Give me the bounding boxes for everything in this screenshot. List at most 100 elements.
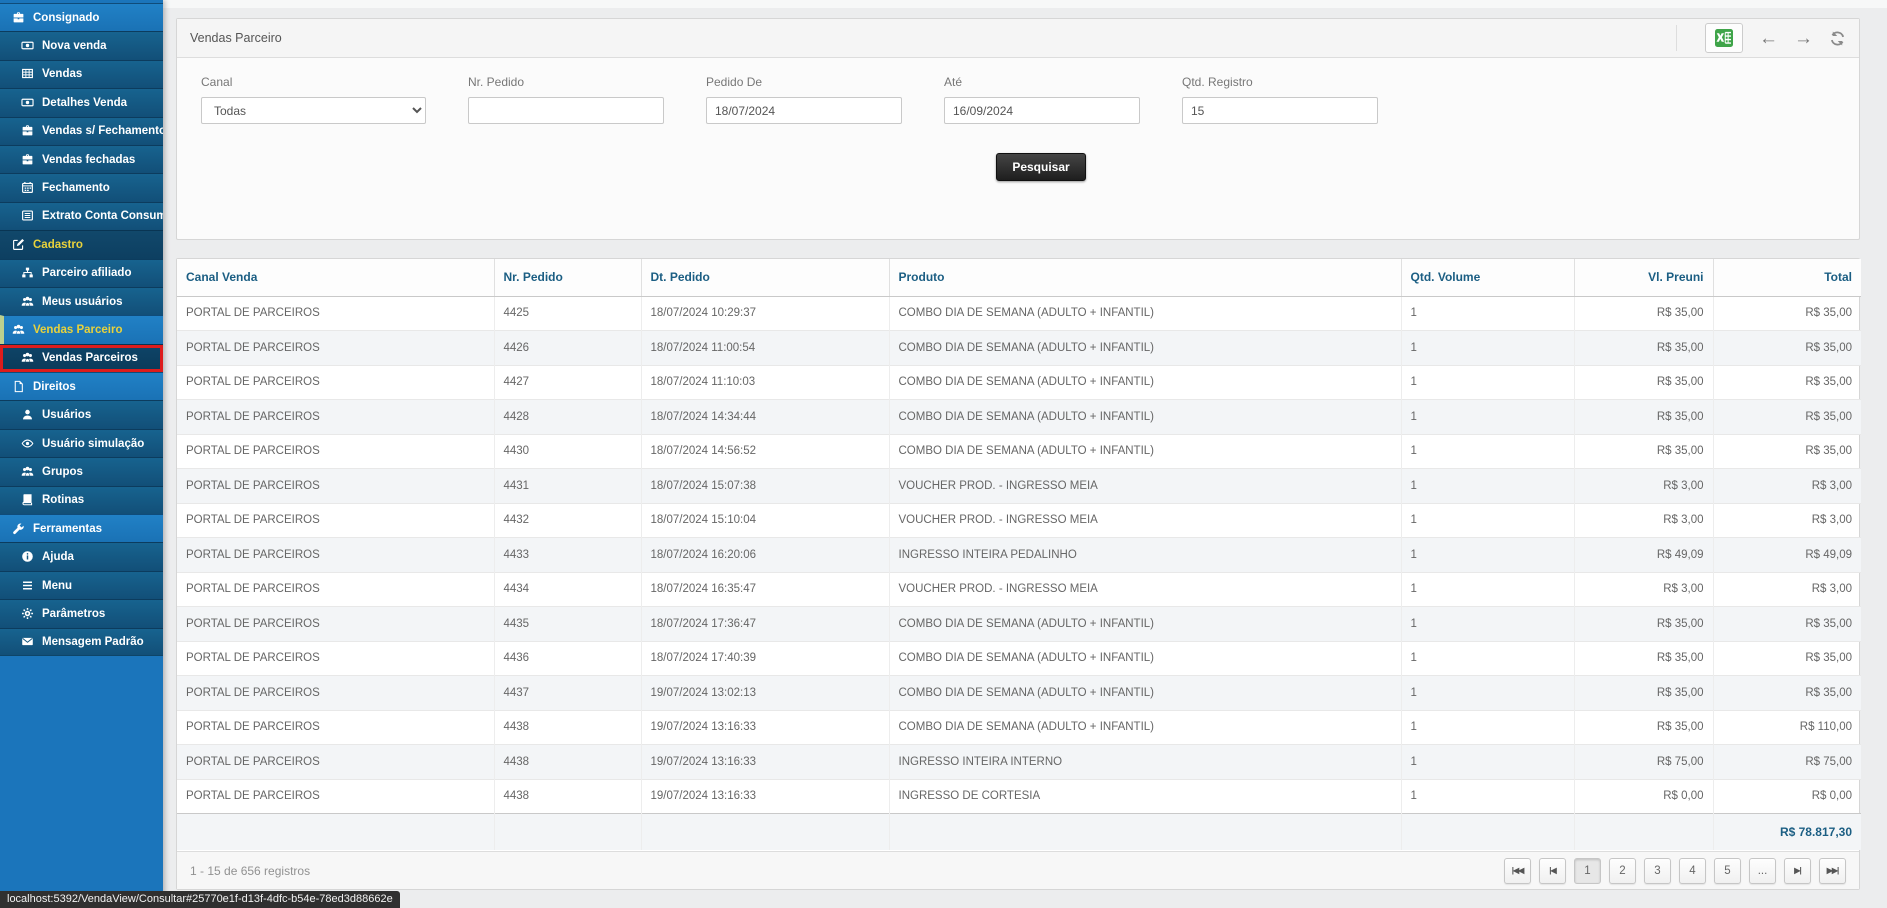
panel-toolbar: ← →	[1676, 23, 1846, 53]
sidebar-item-meus-usuarios[interactable]: Meus usuários	[0, 287, 163, 315]
table-row[interactable]: PORTAL DE PARCEIROS442818/07/2024 14:34:…	[177, 400, 1861, 435]
sidebar-item-label: Parâmetros	[42, 608, 105, 620]
refresh-icon[interactable]	[1829, 30, 1846, 47]
sidebar-item-label: Menu	[42, 580, 72, 592]
sidebar-item-label: Detalhes Venda	[42, 97, 127, 109]
table-row[interactable]: PORTAL DE PARCEIROS443719/07/2024 13:02:…	[177, 676, 1861, 711]
results-panel: Canal VendaNr. PedidoDt. PedidoProdutoQt…	[176, 258, 1860, 890]
field-nr-pedido: Nr. Pedido	[468, 75, 664, 124]
cell-nr-pedido: 4428	[494, 400, 641, 435]
first-page-button[interactable]: |◀◀	[1504, 858, 1531, 884]
table-row[interactable]: PORTAL DE PARCEIROS443819/07/2024 13:16:…	[177, 745, 1861, 780]
sidebar-item-usuarios[interactable]: Usuários	[0, 400, 163, 428]
sidebar-item-cadastro[interactable]: Cadastro	[0, 230, 163, 258]
filter-panel: Vendas Parceiro ← → Canal	[176, 18, 1860, 240]
sidebar-item-extrato-conta-consumo[interactable]: Extrato Conta Consumo	[0, 202, 163, 230]
table-row[interactable]: PORTAL DE PARCEIROS443018/07/2024 14:56:…	[177, 434, 1861, 469]
cell-produto: INGRESSO INTEIRA PEDALINHO	[889, 538, 1401, 573]
cell-dt-pedido: 18/07/2024 15:10:04	[641, 503, 889, 538]
table-row[interactable]: PORTAL DE PARCEIROS443819/07/2024 13:16:…	[177, 710, 1861, 745]
table-row[interactable]: PORTAL DE PARCEIROS443819/07/2024 13:16:…	[177, 779, 1861, 814]
cell-qtd-volume: 1	[1401, 469, 1574, 504]
cell-vl-preuni: R$ 49,09	[1574, 538, 1713, 573]
nr-pedido-label: Nr. Pedido	[468, 75, 664, 89]
column-header-nr-pedido[interactable]: Nr. Pedido	[494, 259, 641, 296]
column-header-canal-venda[interactable]: Canal Venda	[177, 259, 494, 296]
sidebar-item-vendas-fechadas[interactable]: Vendas fechadas	[0, 145, 163, 173]
pedido-de-input[interactable]	[706, 97, 902, 124]
page-4-button[interactable]: 4	[1679, 858, 1706, 884]
sidebar-item-ajuda[interactable]: Ajuda	[0, 542, 163, 570]
cell-nr-pedido: 4426	[494, 331, 641, 366]
sidebar-item-parceiro-afiliado[interactable]: Parceiro afiliado	[0, 259, 163, 287]
table-row[interactable]: PORTAL DE PARCEIROS443118/07/2024 15:07:…	[177, 469, 1861, 504]
sidebar-item-menu[interactable]: Menu	[0, 571, 163, 599]
column-header-produto[interactable]: Produto	[889, 259, 1401, 296]
sidebar-item-vendas[interactable]: Vendas	[0, 60, 163, 88]
cell-vl-preuni: R$ 35,00	[1574, 676, 1713, 711]
cell-qtd-volume: 1	[1401, 503, 1574, 538]
qtd-registro-input[interactable]	[1182, 97, 1378, 124]
sidebar-item-vendas-parceiro[interactable]: Vendas Parceiro	[0, 315, 163, 343]
nr-pedido-input[interactable]	[468, 97, 664, 124]
sidebar-item-direitos[interactable]: Direitos	[0, 372, 163, 400]
table-row[interactable]: PORTAL DE PARCEIROS443418/07/2024 16:35:…	[177, 572, 1861, 607]
table-icon	[21, 67, 35, 81]
column-header-vl-preuni[interactable]: Vl. Preuni	[1574, 259, 1713, 296]
more-pages-button[interactable]: ...	[1749, 858, 1776, 884]
sidebar-item-detalhes-venda[interactable]: Detalhes Venda	[0, 88, 163, 116]
cell-produto: VOUCHER PROD. - INGRESSO MEIA	[889, 469, 1401, 504]
canal-select[interactable]: Todas	[201, 97, 426, 124]
user-icon	[21, 408, 35, 422]
sidebar-item-ferramentas[interactable]: Ferramentas	[0, 514, 163, 542]
page-5-button[interactable]: 5	[1714, 858, 1741, 884]
table-row[interactable]: PORTAL DE PARCEIROS443218/07/2024 15:10:…	[177, 503, 1861, 538]
sidebar: ConsignadoNova vendaVendas Detalhes Venda…	[0, 0, 163, 908]
page-3-button[interactable]: 3	[1644, 858, 1671, 884]
cell-dt-pedido: 19/07/2024 13:16:33	[641, 745, 889, 780]
ate-label: Até	[944, 75, 1140, 89]
sidebar-item-fechamento[interactable]: Fechamento	[0, 173, 163, 201]
nav-back-icon[interactable]: ←	[1759, 29, 1778, 48]
sidebar-item-vendas-s-fechamento[interactable]: Vendas s/ Fechamento	[0, 117, 163, 145]
column-header-total[interactable]: Total	[1713, 259, 1861, 296]
next-page-button[interactable]: ▶|	[1784, 858, 1811, 884]
sidebar-item-nova-venda[interactable]: Nova venda	[0, 31, 163, 59]
table-row[interactable]: PORTAL DE PARCEIROS442718/07/2024 11:10:…	[177, 365, 1861, 400]
cell-qtd-volume: 1	[1401, 779, 1574, 814]
sidebar-item-label: Meus usuários	[42, 296, 123, 308]
cell-vl-preuni: R$ 35,00	[1574, 710, 1713, 745]
table-row[interactable]: PORTAL DE PARCEIROS443518/07/2024 17:36:…	[177, 607, 1861, 642]
sidebar-item-vendas-parceiros[interactable]: Vendas Parceiros	[0, 344, 163, 372]
field-canal: Canal Todas	[201, 75, 426, 124]
last-page-button[interactable]: ▶▶|	[1819, 858, 1846, 884]
page-1-button[interactable]: 1	[1574, 858, 1601, 884]
sidebar-items: ConsignadoNova vendaVendas Detalhes Venda…	[0, 3, 163, 656]
excel-export-button[interactable]	[1705, 23, 1743, 53]
sidebar-item-mensagem-padrao[interactable]: Mensagem Padrão	[0, 628, 163, 656]
table-row[interactable]: PORTAL DE PARCEIROS443318/07/2024 16:20:…	[177, 538, 1861, 573]
sidebar-item-rotinas[interactable]: Rotinas	[0, 486, 163, 514]
sidebar-item-usuario-simulacao[interactable]: Usuário simulação	[0, 429, 163, 457]
sidebar-item-label: Extrato Conta Consumo	[42, 210, 163, 222]
sidebar-item-parametros[interactable]: Parâmetros	[0, 599, 163, 627]
cell-nr-pedido: 4433	[494, 538, 641, 573]
page-2-button[interactable]: 2	[1609, 858, 1636, 884]
sidebar-item-consignado[interactable]: Consignado	[0, 3, 163, 31]
sidebar-item-grupos[interactable]: Grupos	[0, 457, 163, 485]
column-header-qtd-volume[interactable]: Qtd. Volume	[1401, 259, 1574, 296]
table-row[interactable]: PORTAL DE PARCEIROS442618/07/2024 11:00:…	[177, 331, 1861, 366]
nav-forward-icon[interactable]: →	[1794, 29, 1813, 48]
cell-qtd-volume: 1	[1401, 745, 1574, 780]
cell-nr-pedido: 4438	[494, 745, 641, 780]
pagination: |◀◀ |◀ 12345... ▶| ▶▶|	[1504, 858, 1846, 884]
cell-produto: COMBO DIA DE SEMANA (ADULTO + INFANTIL)	[889, 331, 1401, 366]
main-content: Vendas Parceiro ← → Canal	[163, 0, 1887, 908]
column-header-dt-pedido[interactable]: Dt. Pedido	[641, 259, 889, 296]
table-row[interactable]: PORTAL DE PARCEIROS442518/07/2024 10:29:…	[177, 296, 1861, 331]
ate-input[interactable]	[944, 97, 1140, 124]
search-button[interactable]: Pesquisar	[996, 153, 1085, 181]
table-row[interactable]: PORTAL DE PARCEIROS443618/07/2024 17:40:…	[177, 641, 1861, 676]
cell-vl-preuni: R$ 35,00	[1574, 331, 1713, 366]
prev-page-button[interactable]: |◀	[1539, 858, 1566, 884]
